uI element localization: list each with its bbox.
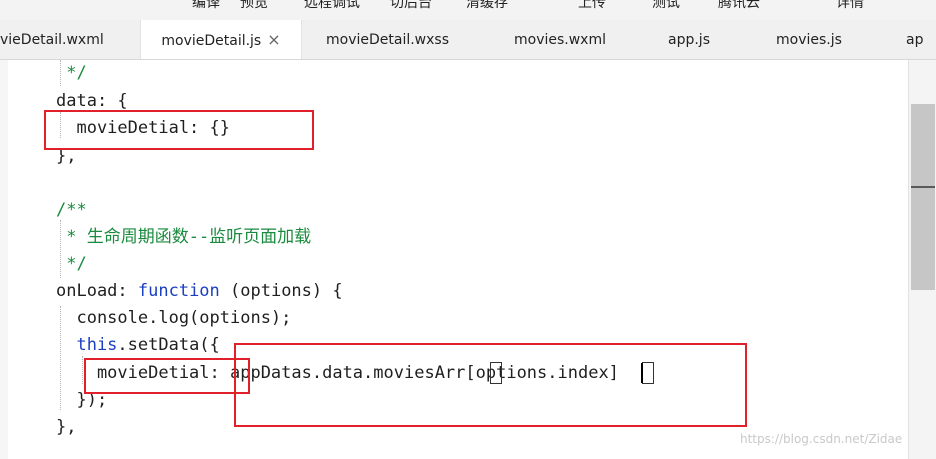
remote-debug-button[interactable]: 远程调试 bbox=[304, 0, 360, 12]
details-button[interactable]: 详情 bbox=[836, 0, 864, 12]
highlight-box-data-field bbox=[44, 110, 314, 150]
code-line: onLoad: function (options) { bbox=[56, 278, 343, 304]
tab-movies-wxml[interactable]: movies.wxml bbox=[514, 20, 606, 59]
tab-movies-js[interactable]: movies.js bbox=[776, 20, 842, 59]
tab-app-partial[interactable]: ap bbox=[906, 20, 924, 59]
test-button[interactable]: 测试 bbox=[652, 0, 680, 12]
close-icon[interactable]: × bbox=[267, 20, 280, 59]
clear-cache-button[interactable]: 清缓存 bbox=[466, 0, 508, 12]
comment-text: */ bbox=[56, 63, 87, 83]
comment-text: */ bbox=[56, 254, 87, 274]
code-token: .setData({ bbox=[117, 335, 220, 355]
line-number-gutter bbox=[0, 60, 8, 459]
code-token: onLoad: bbox=[56, 281, 138, 301]
keyword-token: function bbox=[137, 281, 220, 301]
comment-text: /** bbox=[56, 200, 87, 220]
code-line: */ bbox=[56, 251, 87, 277]
code-line: */ bbox=[56, 60, 87, 86]
code-line: console.log(options); bbox=[56, 308, 292, 328]
tab-label: app.js bbox=[668, 32, 710, 48]
tab-app-js[interactable]: app.js bbox=[668, 20, 710, 59]
tab-label: movies.wxml bbox=[514, 32, 606, 48]
tab-label: movieDetail.js bbox=[161, 33, 262, 49]
scrollbar-position-marker bbox=[911, 186, 935, 188]
tab-moviedetail-js[interactable]: movieDetail.js × bbox=[140, 20, 302, 59]
tab-moviedetail-wxml[interactable]: vieDetail.wxml bbox=[0, 20, 140, 59]
upload-button[interactable]: 上传 bbox=[578, 0, 606, 12]
editor-tab-bar: vieDetail.wxml movieDetail.js × movieDeta… bbox=[0, 20, 936, 60]
code-line: }, bbox=[56, 417, 77, 437]
preview-button[interactable]: 预览 bbox=[240, 0, 268, 12]
highlight-box-setdata-key bbox=[84, 358, 250, 394]
tab-label: ap bbox=[906, 32, 924, 48]
code-line: * 生命周期函数--监听页面加载 bbox=[56, 224, 311, 250]
tencent-cloud-button[interactable]: 腾讯云 bbox=[718, 0, 760, 12]
tab-moviedetail-wxss[interactable]: movieDetail.wxss bbox=[326, 20, 450, 59]
code-line: this.setData({ bbox=[56, 332, 220, 358]
vertical-scrollbar[interactable] bbox=[908, 60, 936, 459]
background-button[interactable]: 切后台 bbox=[390, 0, 432, 12]
code-line: /** bbox=[56, 197, 87, 223]
tab-label: movies.js bbox=[776, 32, 842, 48]
comment-text: * 生命周期函数--监听页面加载 bbox=[56, 227, 312, 247]
top-toolbar: 编译 预览 远程调试 切后台 清缓存 上传 测试 腾讯云 详情 bbox=[0, 0, 936, 20]
watermark-text: https://blog.csdn.net/Zidae bbox=[740, 432, 903, 446]
keyword-token: this bbox=[56, 335, 118, 355]
scrollbar-thumb[interactable] bbox=[911, 104, 935, 290]
tab-label: vieDetail.wxml bbox=[0, 32, 104, 48]
tab-label: movieDetail.wxss bbox=[326, 32, 450, 48]
code-token: (options) { bbox=[219, 281, 343, 301]
highlight-box-setdata-value bbox=[234, 343, 747, 427]
compile-button[interactable]: 编译 bbox=[192, 0, 220, 12]
